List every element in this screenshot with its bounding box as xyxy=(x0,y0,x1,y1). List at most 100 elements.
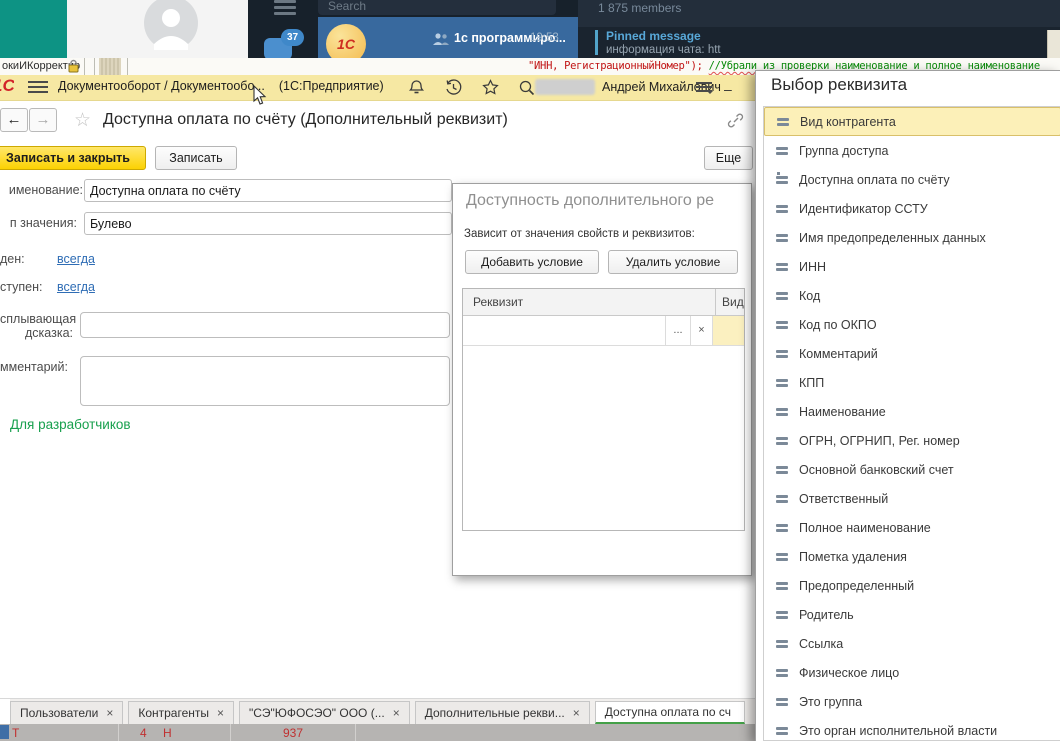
page-title: Доступна оплата по счёту (Дополнительный… xyxy=(103,111,508,128)
tab-close-icon[interactable]: × xyxy=(217,706,224,720)
table-header: Реквизит Вид с xyxy=(463,289,744,316)
delete-condition-button[interactable]: Удалить условие xyxy=(608,250,738,274)
column-requisite: Реквизит xyxy=(473,295,524,309)
picker-list-item[interactable]: Наименование xyxy=(764,397,1060,426)
attribute-icon xyxy=(776,638,789,649)
picker-list-item[interactable]: Это орган исполнительной власти xyxy=(764,716,1060,740)
picker-item-label: КПП xyxy=(799,375,825,390)
telegram-panel: 37 1С 1с программиро... 19:53 1 875 memb… xyxy=(248,0,1060,58)
for-developers-link[interactable]: Для разработчиков xyxy=(10,417,131,432)
search-input[interactable] xyxy=(318,0,556,15)
tab-close-icon[interactable]: × xyxy=(106,706,113,720)
attribute-icon xyxy=(776,580,789,591)
attribute-icon xyxy=(776,522,789,533)
more-button[interactable]: Еще xyxy=(704,146,753,170)
main-menu-burger-icon[interactable] xyxy=(28,81,48,94)
save-button[interactable]: Записать xyxy=(155,146,237,170)
pinned-message-bar[interactable]: Pinned message информация чата: htt × xyxy=(578,27,1060,58)
choose-button[interactable]: ... xyxy=(665,316,690,345)
tooltip-label-line2: дсказка: xyxy=(25,326,73,340)
available-link[interactable]: всегда xyxy=(57,280,95,294)
favorite-star-icon[interactable]: ☆ xyxy=(74,109,91,132)
comment-textarea[interactable] xyxy=(80,356,450,406)
picker-list-item[interactable]: Группа доступа xyxy=(764,136,1060,165)
add-condition-button[interactable]: Добавить условие xyxy=(465,250,599,274)
forward-button[interactable]: → xyxy=(29,108,57,132)
picker-list-item[interactable]: Доступна оплата по счёту xyxy=(764,165,1060,194)
search-icon[interactable] xyxy=(518,79,535,96)
tab-close-icon[interactable]: × xyxy=(393,706,400,720)
attribute-icon xyxy=(776,348,789,359)
get-link-icon[interactable] xyxy=(727,112,744,129)
picker-item-label: Группа доступа xyxy=(799,143,889,158)
picker-list-item[interactable]: Пометка удаления xyxy=(764,542,1060,571)
picker-list-item[interactable]: ОГРН, ОГРНИП, Рег. номер xyxy=(764,426,1060,455)
tab-label: Контрагенты xyxy=(138,706,210,720)
screen: 37 1С 1с программиро... 19:53 1 875 memb… xyxy=(0,0,1060,741)
favorites-star-icon[interactable] xyxy=(482,79,499,96)
picker-list-item[interactable]: Идентификатор ССТУ xyxy=(764,194,1060,223)
attribute-icon xyxy=(776,261,789,272)
titlebar: 1С Документооборот / Документообо...(1С:… xyxy=(0,75,755,101)
pinned-message-label: Pinned message xyxy=(606,29,701,43)
attribute-icon xyxy=(777,116,790,127)
chat-list-item[interactable]: 1С 1с программиро... 19:53 xyxy=(318,17,578,58)
picker-item-label: Имя предопределенных данных xyxy=(799,230,986,245)
conditions-table: Реквизит Вид с ... × xyxy=(462,288,745,531)
available-label: ступен: xyxy=(0,280,43,294)
menu-burger-icon[interactable] xyxy=(274,0,296,15)
attribute-icon xyxy=(776,319,789,330)
picker-item-label: Ссылка xyxy=(799,636,844,651)
picker-list-item[interactable]: Это группа xyxy=(764,687,1060,716)
picker-list-item[interactable]: ИНН xyxy=(764,252,1060,281)
pinned-accent xyxy=(595,30,598,55)
picker-list-item[interactable]: Физическое лицо xyxy=(764,658,1060,687)
tooltip-input[interactable] xyxy=(80,312,450,338)
picker-list-item[interactable]: Комментарий xyxy=(764,339,1060,368)
back-button[interactable]: ← xyxy=(0,108,28,132)
picker-list-item[interactable]: Код xyxy=(764,281,1060,310)
picker-list-item[interactable]: Полное наименование xyxy=(764,513,1060,542)
history-icon[interactable] xyxy=(445,79,462,96)
window-tab[interactable]: Доступна оплата по сч xyxy=(594,701,745,724)
chat-header: 1 875 members xyxy=(578,0,1060,27)
save-and-close-button[interactable]: Записать и закрыть xyxy=(0,146,146,170)
picker-item-label: Это орган исполнительной власти xyxy=(799,723,998,738)
window-tab[interactable]: "СЭ"ЮФОСЭО" ООО (... × xyxy=(239,701,410,724)
window-tab[interactable]: Контрагенты × xyxy=(128,701,235,724)
visible-link[interactable]: всегда xyxy=(57,252,95,266)
picker-list-item[interactable]: Ссылка xyxy=(764,629,1060,658)
value-type-input[interactable] xyxy=(84,212,452,235)
redacted-username xyxy=(535,79,595,95)
bottom-text-fragment: Н xyxy=(163,726,172,740)
picker-list-item[interactable]: Ответственный xyxy=(764,484,1060,513)
picker-list-item[interactable]: Основной банковский счет xyxy=(764,455,1060,484)
picker-list-item[interactable]: Предопределенный xyxy=(764,571,1060,600)
attribute-icon xyxy=(776,290,789,301)
tab-close-icon[interactable]: × xyxy=(573,706,580,720)
service-menu-icon[interactable] xyxy=(696,82,713,94)
picker-list-item[interactable]: Вид контрагента xyxy=(764,107,1060,136)
condition-row[interactable]: ... × xyxy=(463,316,744,346)
name-input[interactable] xyxy=(84,179,452,202)
window-tab[interactable]: Пользователи × xyxy=(10,701,124,724)
comparison-kind-cell[interactable] xyxy=(712,316,744,345)
picker-item-label: Предопределенный xyxy=(799,578,915,593)
clear-button[interactable]: × xyxy=(690,316,712,345)
column-comparison-kind: Вид с xyxy=(722,295,744,309)
open-windows-tabbar: Пользователи × Контрагенты × "СЭ"ЮФОСЭО"… xyxy=(0,698,755,724)
picker-list-item[interactable]: КПП xyxy=(764,368,1060,397)
window-tab[interactable]: Дополнительные рекви... × xyxy=(414,701,590,724)
notifications-bell-icon[interactable] xyxy=(408,79,425,96)
picker-item-label: Доступна оплата по счёту xyxy=(799,172,950,187)
bottom-text-fragment: Т xyxy=(12,726,20,740)
tabs: Пользователи × Контрагенты × "СЭ"ЮФОСЭО"… xyxy=(10,701,745,724)
picker-item-label: Наименование xyxy=(799,404,886,419)
attribute-icon xyxy=(776,696,789,707)
picker-list-item[interactable]: Код по ОКПО xyxy=(764,310,1060,339)
tab-label: Доступна оплата по сч xyxy=(604,705,732,719)
minimize-button[interactable]: – xyxy=(724,81,732,97)
attribute-icon xyxy=(776,406,789,417)
picker-list-item[interactable]: Родитель xyxy=(764,600,1060,629)
picker-list-item[interactable]: Имя предопределенных данных xyxy=(764,223,1060,252)
